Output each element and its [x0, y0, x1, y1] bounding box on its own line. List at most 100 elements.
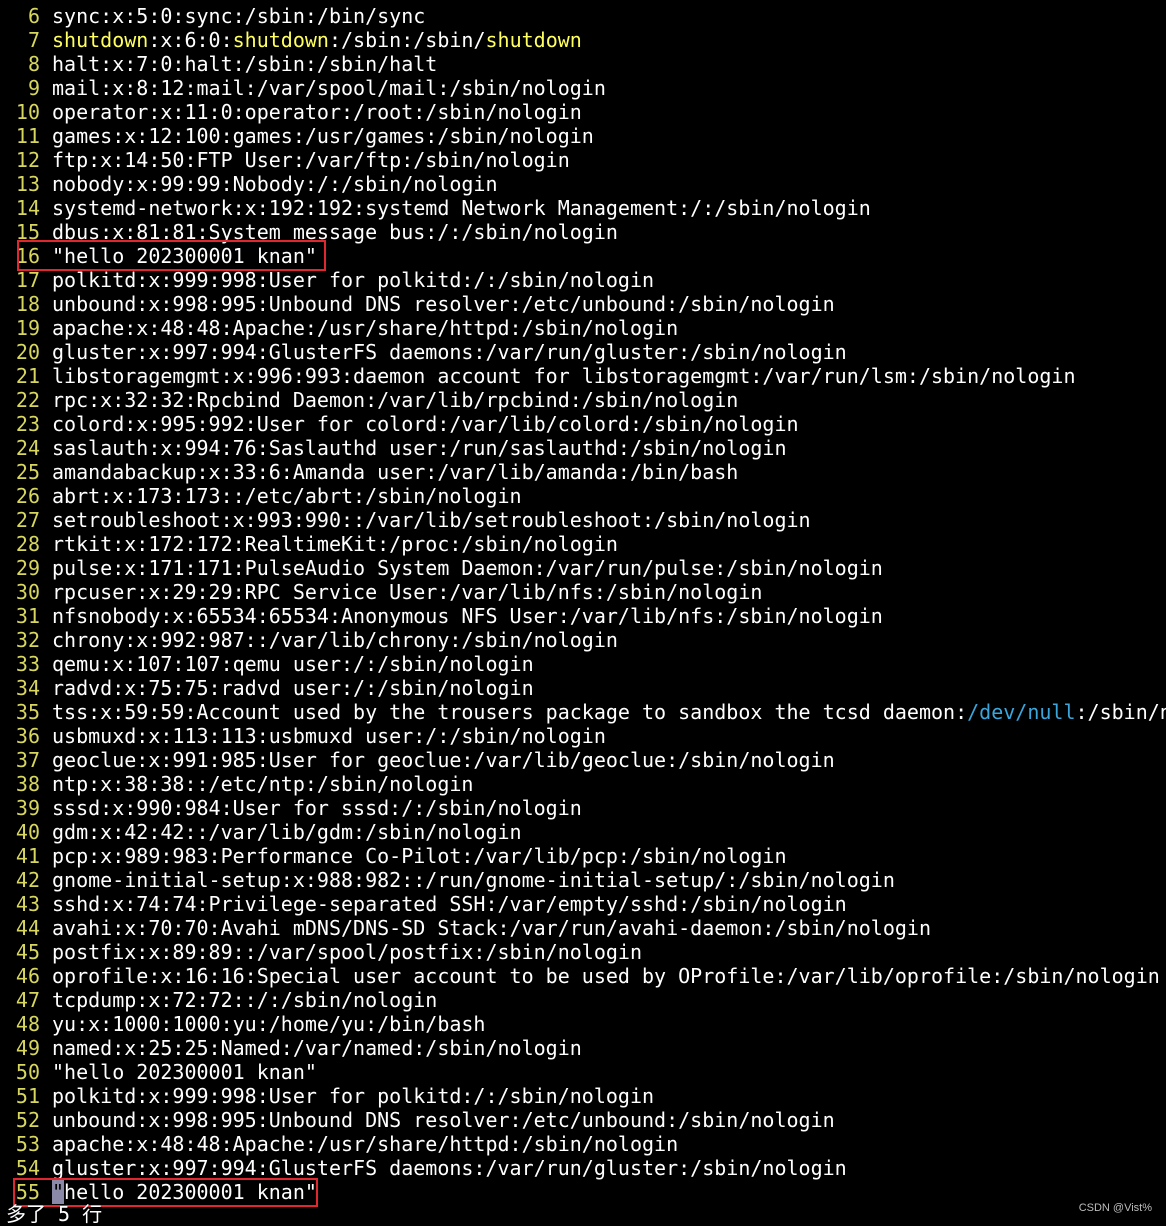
line-content[interactable]: systemd-network:x:192:192:systemd Networ… — [52, 196, 871, 220]
editor-line[interactable]: 28rtkit:x:172:172:RealtimeKit:/proc:/sbi… — [0, 532, 1166, 556]
editor-line[interactable]: 22rpc:x:32:32:Rpcbind Daemon:/var/lib/rp… — [0, 388, 1166, 412]
line-content[interactable]: gluster:x:997:994:GlusterFS daemons:/var… — [52, 340, 847, 364]
editor-line[interactable]: 42gnome-initial-setup:x:988:982::/run/gn… — [0, 868, 1166, 892]
line-content[interactable]: rtkit:x:172:172:RealtimeKit:/proc:/sbin/… — [52, 532, 618, 556]
editor-line[interactable]: 39sssd:x:990:984:User for sssd:/:/sbin/n… — [0, 796, 1166, 820]
line-content[interactable]: polkitd:x:999:998:User for polkitd:/:/sb… — [52, 1084, 654, 1108]
editor-line[interactable]: 25amandabackup:x:33:6:Amanda user:/var/l… — [0, 460, 1166, 484]
line-content[interactable]: libstoragemgmt:x:996:993:daemon account … — [52, 364, 1076, 388]
editor-line[interactable]: 7shutdown:x:6:0:shutdown:/sbin:/sbin/shu… — [0, 28, 1166, 52]
editor-line[interactable]: 34radvd:x:75:75:radvd user:/:/sbin/nolog… — [0, 676, 1166, 700]
line-content[interactable]: operator:x:11:0:operator:/root:/sbin/nol… — [52, 100, 582, 124]
editor-line[interactable]: 6sync:x:5:0:sync:/sbin:/bin/sync — [0, 4, 1166, 28]
editor-line[interactable]: 17polkitd:x:999:998:User for polkitd:/:/… — [0, 268, 1166, 292]
editor-line[interactable]: 11games:x:12:100:games:/usr/games:/sbin/… — [0, 124, 1166, 148]
editor-line[interactable]: 41pcp:x:989:983:Performance Co-Pilot:/va… — [0, 844, 1166, 868]
line-content[interactable]: "hello 202300001 knan" — [52, 244, 317, 268]
editor-line[interactable]: 37geoclue:x:991:985:User for geoclue:/va… — [0, 748, 1166, 772]
line-content[interactable]: "hello 202300001 knan" — [52, 1060, 317, 1084]
editor-line[interactable]: 10operator:x:11:0:operator:/root:/sbin/n… — [0, 100, 1166, 124]
line-content[interactable]: rpcuser:x:29:29:RPC Service User:/var/li… — [52, 580, 762, 604]
line-content[interactable]: apache:x:48:48:Apache:/usr/share/httpd:/… — [52, 1132, 678, 1156]
line-content[interactable]: chrony:x:992:987::/var/lib/chrony:/sbin/… — [52, 628, 618, 652]
vim-editor[interactable]: 6sync:x:5:0:sync:/sbin:/bin/sync7shutdow… — [0, 4, 1166, 1204]
line-content[interactable]: games:x:12:100:games:/usr/games:/sbin/no… — [52, 124, 594, 148]
editor-line[interactable]: 18unbound:x:998:995:Unbound DNS resolver… — [0, 292, 1166, 316]
editor-line[interactable]: 54gluster:x:997:994:GlusterFS daemons:/v… — [0, 1156, 1166, 1180]
editor-line[interactable]: 30rpcuser:x:29:29:RPC Service User:/var/… — [0, 580, 1166, 604]
editor-line[interactable]: 50"hello 202300001 knan" — [0, 1060, 1166, 1084]
editor-line[interactable]: 13nobody:x:99:99:Nobody:/:/sbin/nologin — [0, 172, 1166, 196]
line-content[interactable]: nfsnobody:x:65534:65534:Anonymous NFS Us… — [52, 604, 883, 628]
editor-line[interactable]: 48yu:x:1000:1000:yu:/home/yu:/bin/bash — [0, 1012, 1166, 1036]
editor-line[interactable]: 43sshd:x:74:74:Privilege-separated SSH:/… — [0, 892, 1166, 916]
line-content[interactable]: geoclue:x:991:985:User for geoclue:/var/… — [52, 748, 835, 772]
line-content[interactable]: colord:x:995:992:User for colord:/var/li… — [52, 412, 799, 436]
editor-line[interactable]: 44avahi:x:70:70:Avahi mDNS/DNS-SD Stack:… — [0, 916, 1166, 940]
editor-line[interactable]: 27setroubleshoot:x:993:990::/var/lib/set… — [0, 508, 1166, 532]
line-content[interactable]: sssd:x:990:984:User for sssd:/:/sbin/nol… — [52, 796, 582, 820]
line-content[interactable]: avahi:x:70:70:Avahi mDNS/DNS-SD Stack:/v… — [52, 916, 931, 940]
line-content[interactable]: gnome-initial-setup:x:988:982::/run/gnom… — [52, 868, 895, 892]
editor-line[interactable]: 12ftp:x:14:50:FTP User:/var/ftp:/sbin/no… — [0, 148, 1166, 172]
editor-line[interactable]: 49named:x:25:25:Named:/var/named:/sbin/n… — [0, 1036, 1166, 1060]
line-content[interactable]: setroubleshoot:x:993:990::/var/lib/setro… — [52, 508, 811, 532]
editor-line[interactable]: 21libstoragemgmt:x:996:993:daemon accoun… — [0, 364, 1166, 388]
editor-line[interactable]: 53apache:x:48:48:Apache:/usr/share/httpd… — [0, 1132, 1166, 1156]
editor-line[interactable]: 19apache:x:48:48:Apache:/usr/share/httpd… — [0, 316, 1166, 340]
editor-line[interactable]: 14systemd-network:x:192:192:systemd Netw… — [0, 196, 1166, 220]
line-content[interactable]: apache:x:48:48:Apache:/usr/share/httpd:/… — [52, 316, 678, 340]
line-content[interactable]: unbound:x:998:995:Unbound DNS resolver:/… — [52, 1108, 835, 1132]
editor-line[interactable]: 52unbound:x:998:995:Unbound DNS resolver… — [0, 1108, 1166, 1132]
line-content[interactable]: named:x:25:25:Named:/var/named:/sbin/nol… — [52, 1036, 582, 1060]
line-content[interactable]: amandabackup:x:33:6:Amanda user:/var/lib… — [52, 460, 738, 484]
line-content[interactable]: rpc:x:32:32:Rpcbind Daemon:/var/lib/rpcb… — [52, 388, 738, 412]
line-content[interactable]: ntp:x:38:38::/etc/ntp:/sbin/nologin — [52, 772, 473, 796]
editor-line[interactable]: 46oprofile:x:16:16:Special user account … — [0, 964, 1166, 988]
line-content[interactable]: mail:x:8:12:mail:/var/spool/mail:/sbin/n… — [52, 76, 606, 100]
line-content[interactable]: "hello 202300001 knan" — [52, 1180, 317, 1204]
line-content[interactable]: postfix:x:89:89::/var/spool/postfix:/sbi… — [52, 940, 642, 964]
line-content[interactable]: qemu:x:107:107:qemu user:/:/sbin/nologin — [52, 652, 534, 676]
line-content[interactable]: tcpdump:x:72:72::/:/sbin/nologin — [52, 988, 437, 1012]
line-content[interactable]: ftp:x:14:50:FTP User:/var/ftp:/sbin/nolo… — [52, 148, 570, 172]
editor-line[interactable]: 20gluster:x:997:994:GlusterFS daemons:/v… — [0, 340, 1166, 364]
line-content[interactable]: tss:x:59:59:Account used by the trousers… — [52, 700, 1166, 724]
line-content[interactable]: oprofile:x:16:16:Special user account to… — [52, 964, 1160, 988]
line-content[interactable]: unbound:x:998:995:Unbound DNS resolver:/… — [52, 292, 835, 316]
editor-line[interactable]: 32chrony:x:992:987::/var/lib/chrony:/sbi… — [0, 628, 1166, 652]
line-content[interactable]: abrt:x:173:173::/etc/abrt:/sbin/nologin — [52, 484, 522, 508]
line-content[interactable]: dbus:x:81:81:System message bus:/:/sbin/… — [52, 220, 618, 244]
line-content[interactable]: usbmuxd:x:113:113:usbmuxd user:/:/sbin/n… — [52, 724, 606, 748]
editor-line[interactable]: 24saslauth:x:994:76:Saslauthd user:/run/… — [0, 436, 1166, 460]
line-content[interactable]: halt:x:7:0:halt:/sbin:/sbin/halt — [52, 52, 437, 76]
editor-line[interactable]: 33qemu:x:107:107:qemu user:/:/sbin/nolog… — [0, 652, 1166, 676]
line-content[interactable]: nobody:x:99:99:Nobody:/:/sbin/nologin — [52, 172, 498, 196]
editor-line[interactable]: 8halt:x:7:0:halt:/sbin:/sbin/halt — [0, 52, 1166, 76]
line-content[interactable]: sshd:x:74:74:Privilege-separated SSH:/va… — [52, 892, 847, 916]
line-content[interactable]: yu:x:1000:1000:yu:/home/yu:/bin/bash — [52, 1012, 485, 1036]
editor-line[interactable]: 45postfix:x:89:89::/var/spool/postfix:/s… — [0, 940, 1166, 964]
line-content[interactable]: gluster:x:997:994:GlusterFS daemons:/var… — [52, 1156, 847, 1180]
editor-line[interactable]: 9mail:x:8:12:mail:/var/spool/mail:/sbin/… — [0, 76, 1166, 100]
editor-line[interactable]: 38ntp:x:38:38::/etc/ntp:/sbin/nologin — [0, 772, 1166, 796]
editor-line[interactable]: 29pulse:x:171:171:PulseAudio System Daem… — [0, 556, 1166, 580]
line-content[interactable]: radvd:x:75:75:radvd user:/:/sbin/nologin — [52, 676, 534, 700]
editor-line[interactable]: 31nfsnobody:x:65534:65534:Anonymous NFS … — [0, 604, 1166, 628]
editor-line[interactable]: 16"hello 202300001 knan" — [0, 244, 1166, 268]
editor-line[interactable]: 26abrt:x:173:173::/etc/abrt:/sbin/nologi… — [0, 484, 1166, 508]
editor-line[interactable]: 40gdm:x:42:42::/var/lib/gdm:/sbin/nologi… — [0, 820, 1166, 844]
editor-line[interactable]: 23colord:x:995:992:User for colord:/var/… — [0, 412, 1166, 436]
editor-line[interactable]: 51polkitd:x:999:998:User for polkitd:/:/… — [0, 1084, 1166, 1108]
editor-line[interactable]: 35tss:x:59:59:Account used by the trouse… — [0, 700, 1166, 724]
line-content[interactable]: gdm:x:42:42::/var/lib/gdm:/sbin/nologin — [52, 820, 522, 844]
editor-line[interactable]: 15dbus:x:81:81:System message bus:/:/sbi… — [0, 220, 1166, 244]
line-content[interactable]: pcp:x:989:983:Performance Co-Pilot:/var/… — [52, 844, 787, 868]
editor-line[interactable]: 36usbmuxd:x:113:113:usbmuxd user:/:/sbin… — [0, 724, 1166, 748]
line-content[interactable]: saslauth:x:994:76:Saslauthd user:/run/sa… — [52, 436, 787, 460]
line-content[interactable]: polkitd:x:999:998:User for polkitd:/:/sb… — [52, 268, 654, 292]
editor-line[interactable]: 55"hello 202300001 knan" — [0, 1180, 1166, 1204]
line-content[interactable]: pulse:x:171:171:PulseAudio System Daemon… — [52, 556, 883, 580]
editor-line[interactable]: 47tcpdump:x:72:72::/:/sbin/nologin — [0, 988, 1166, 1012]
line-content[interactable]: sync:x:5:0:sync:/sbin:/bin/sync — [52, 4, 425, 28]
